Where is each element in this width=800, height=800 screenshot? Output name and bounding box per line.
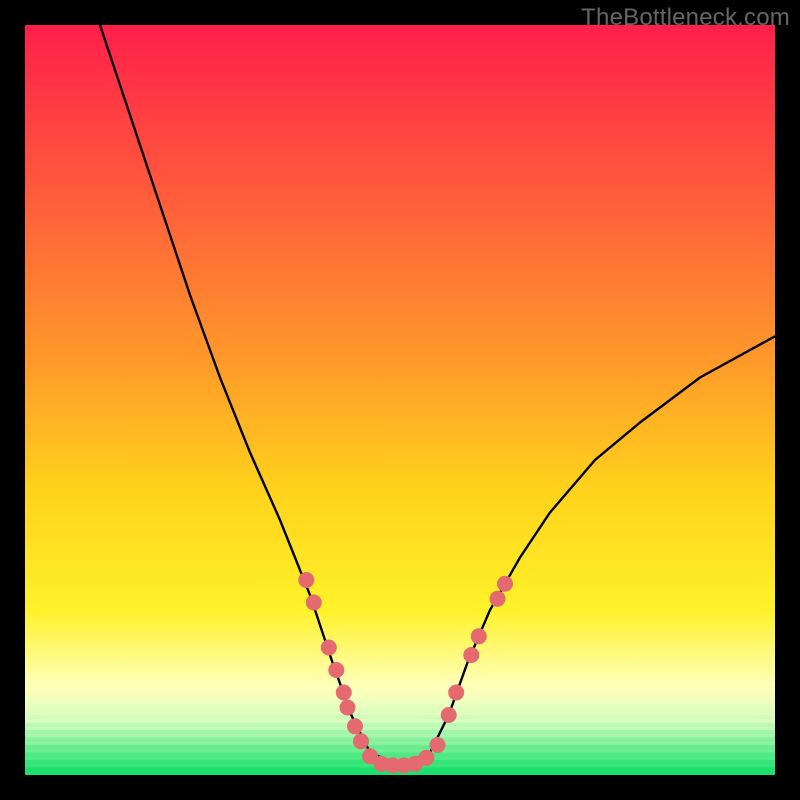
highlight-dot xyxy=(418,750,434,766)
highlight-dot xyxy=(463,647,479,663)
highlight-dot xyxy=(353,733,369,749)
chart-frame: TheBottleneck.com xyxy=(0,0,800,800)
highlight-dot xyxy=(298,572,314,588)
highlight-dot xyxy=(321,640,337,656)
highlight-dot xyxy=(430,737,446,753)
highlight-dot xyxy=(340,700,356,716)
highlight-dot xyxy=(497,576,513,592)
plot-area xyxy=(25,25,775,775)
chart-svg xyxy=(25,25,775,775)
highlight-dot xyxy=(448,685,464,701)
highlight-dot xyxy=(471,628,487,644)
watermark-text: TheBottleneck.com xyxy=(581,4,790,32)
highlight-dot xyxy=(347,718,363,734)
highlight-dot xyxy=(490,591,506,607)
highlight-dot xyxy=(328,662,344,678)
highlight-dot xyxy=(441,707,457,723)
highlight-dot xyxy=(336,685,352,701)
highlight-dot xyxy=(306,595,322,611)
